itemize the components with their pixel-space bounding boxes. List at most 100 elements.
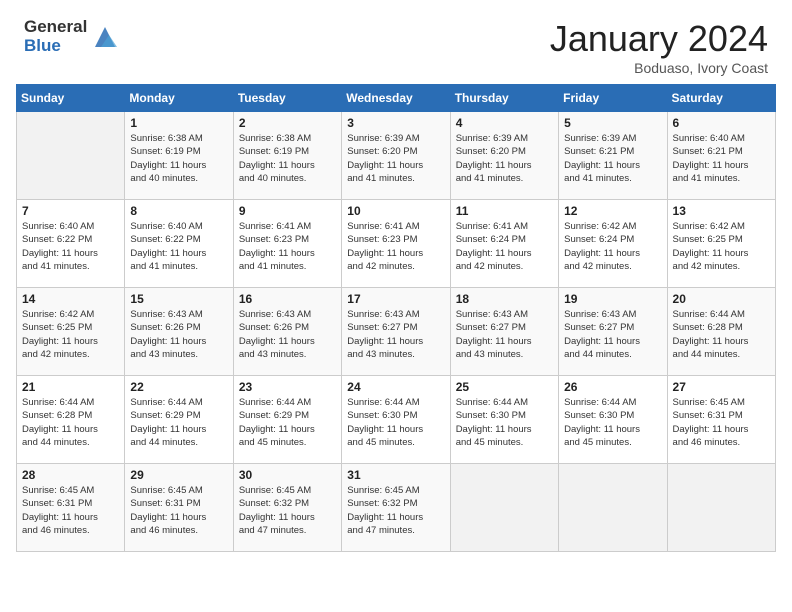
calendar-cell: 29 Sunrise: 6:45 AM Sunset: 6:31 PM Dayli…	[125, 464, 233, 552]
day-number: 25	[456, 380, 553, 394]
day-number: 5	[564, 116, 661, 130]
calendar-cell: 2 Sunrise: 6:38 AM Sunset: 6:19 PM Daylig…	[233, 112, 341, 200]
calendar-cell: 6Sunrise: 6:40 AM Sunset: 6:21 PM Daylig…	[667, 112, 775, 200]
calendar-week-1: 1 Sunrise: 6:38 AM Sunset: 6:19 PM Daylig…	[17, 112, 776, 200]
logo-general: General	[24, 18, 87, 37]
day-number: 17	[347, 292, 444, 306]
calendar-cell: 5 Sunrise: 6:39 AM Sunset: 6:21 PM Daylig…	[559, 112, 667, 200]
calendar-cell: 10 Sunrise: 6:41 AM Sunset: 6:23 PM Dayli…	[342, 200, 450, 288]
calendar-cell: 30Sunrise: 6:45 AM Sunset: 6:32 PM Dayli…	[233, 464, 341, 552]
day-info: Sunrise: 6:44 AM Sunset: 6:30 PM Dayligh…	[347, 396, 444, 449]
day-info: Sunrise: 6:45 AM Sunset: 6:32 PM Dayligh…	[347, 484, 444, 537]
day-number: 27	[673, 380, 770, 394]
calendar-week-3: 14Sunrise: 6:42 AM Sunset: 6:25 PM Dayli…	[17, 288, 776, 376]
day-info: Sunrise: 6:44 AM Sunset: 6:28 PM Dayligh…	[22, 396, 119, 449]
weekday-header-wednesday: Wednesday	[342, 85, 450, 112]
calendar-cell: 31Sunrise: 6:45 AM Sunset: 6:32 PM Dayli…	[342, 464, 450, 552]
day-info: Sunrise: 6:43 AM Sunset: 6:26 PM Dayligh…	[130, 308, 227, 361]
day-info: Sunrise: 6:39 AM Sunset: 6:20 PM Dayligh…	[456, 132, 553, 185]
calendar-cell: 21 Sunrise: 6:44 AM Sunset: 6:28 PM Dayli…	[17, 376, 125, 464]
day-number: 30	[239, 468, 336, 482]
day-info: Sunrise: 6:43 AM Sunset: 6:27 PM Dayligh…	[347, 308, 444, 361]
calendar-cell: 1Sunrise: 6:38 AM Sunset: 6:19 PM Daylig…	[125, 112, 233, 200]
day-number: 4	[456, 116, 553, 130]
weekday-header-thursday: Thursday	[450, 85, 558, 112]
calendar-cell: 24 Sunrise: 6:44 AM Sunset: 6:30 PM Dayli…	[342, 376, 450, 464]
calendar-header: SundayMondayTuesdayWednesdayThursdayFrid…	[17, 85, 776, 112]
day-info: Sunrise: 6:44 AM Sunset: 6:30 PM Dayligh…	[564, 396, 661, 449]
day-info: Sunrise: 6:43 AM Sunset: 6:26 PM Dayligh…	[239, 308, 336, 361]
day-number: 3	[347, 116, 444, 130]
day-number: 24	[347, 380, 444, 394]
calendar-cell: 14Sunrise: 6:42 AM Sunset: 6:25 PM Dayli…	[17, 288, 125, 376]
logo-icon	[91, 23, 119, 51]
day-number: 23	[239, 380, 336, 394]
title-block: January 2024 Boduaso, Ivory Coast	[550, 18, 768, 76]
day-number: 13	[673, 204, 770, 218]
day-number: 9	[239, 204, 336, 218]
logo: General Blue	[24, 18, 119, 55]
day-number: 15	[130, 292, 227, 306]
day-info: Sunrise: 6:44 AM Sunset: 6:28 PM Dayligh…	[673, 308, 770, 361]
calendar-week-2: 7Sunrise: 6:40 AM Sunset: 6:22 PM Daylig…	[17, 200, 776, 288]
calendar-cell: 13 Sunrise: 6:42 AM Sunset: 6:25 PM Dayli…	[667, 200, 775, 288]
day-info: Sunrise: 6:39 AM Sunset: 6:20 PM Dayligh…	[347, 132, 444, 185]
day-info: Sunrise: 6:45 AM Sunset: 6:31 PM Dayligh…	[22, 484, 119, 537]
calendar-cell: 22 Sunrise: 6:44 AM Sunset: 6:29 PM Dayli…	[125, 376, 233, 464]
day-number: 10	[347, 204, 444, 218]
calendar-cell: 20 Sunrise: 6:44 AM Sunset: 6:28 PM Dayli…	[667, 288, 775, 376]
weekday-header-saturday: Saturday	[667, 85, 775, 112]
calendar-cell: 19Sunrise: 6:43 AM Sunset: 6:27 PM Dayli…	[559, 288, 667, 376]
day-number: 14	[22, 292, 119, 306]
weekday-header-friday: Friday	[559, 85, 667, 112]
day-info: Sunrise: 6:41 AM Sunset: 6:23 PM Dayligh…	[239, 220, 336, 273]
day-info: Sunrise: 6:39 AM Sunset: 6:21 PM Dayligh…	[564, 132, 661, 185]
day-info: Sunrise: 6:41 AM Sunset: 6:24 PM Dayligh…	[456, 220, 553, 273]
calendar-cell: 28Sunrise: 6:45 AM Sunset: 6:31 PM Dayli…	[17, 464, 125, 552]
location: Boduaso, Ivory Coast	[550, 60, 768, 76]
calendar-cell	[17, 112, 125, 200]
calendar-cell	[450, 464, 558, 552]
day-info: Sunrise: 6:40 AM Sunset: 6:22 PM Dayligh…	[22, 220, 119, 273]
calendar-cell: 18 Sunrise: 6:43 AM Sunset: 6:27 PM Dayli…	[450, 288, 558, 376]
day-info: Sunrise: 6:44 AM Sunset: 6:29 PM Dayligh…	[239, 396, 336, 449]
calendar-cell: 12Sunrise: 6:42 AM Sunset: 6:24 PM Dayli…	[559, 200, 667, 288]
calendar-cell: 26 Sunrise: 6:44 AM Sunset: 6:30 PM Dayli…	[559, 376, 667, 464]
weekday-header-monday: Monday	[125, 85, 233, 112]
day-number: 2	[239, 116, 336, 130]
calendar-table: SundayMondayTuesdayWednesdayThursdayFrid…	[16, 84, 776, 552]
day-info: Sunrise: 6:45 AM Sunset: 6:31 PM Dayligh…	[130, 484, 227, 537]
day-info: Sunrise: 6:43 AM Sunset: 6:27 PM Dayligh…	[456, 308, 553, 361]
calendar-cell: 27 Sunrise: 6:45 AM Sunset: 6:31 PM Dayli…	[667, 376, 775, 464]
day-number: 16	[239, 292, 336, 306]
logo-blue: Blue	[24, 37, 87, 56]
day-number: 11	[456, 204, 553, 218]
day-number: 1	[130, 116, 227, 130]
day-number: 22	[130, 380, 227, 394]
day-info: Sunrise: 6:44 AM Sunset: 6:29 PM Dayligh…	[130, 396, 227, 449]
day-info: Sunrise: 6:41 AM Sunset: 6:23 PM Dayligh…	[347, 220, 444, 273]
calendar-cell: 25Sunrise: 6:44 AM Sunset: 6:30 PM Dayli…	[450, 376, 558, 464]
calendar-cell: 23 Sunrise: 6:44 AM Sunset: 6:29 PM Dayli…	[233, 376, 341, 464]
day-number: 21	[22, 380, 119, 394]
calendar-body: 1 Sunrise: 6:38 AM Sunset: 6:19 PM Daylig…	[17, 112, 776, 552]
day-info: Sunrise: 6:42 AM Sunset: 6:25 PM Dayligh…	[673, 220, 770, 273]
day-info: Sunrise: 6:40 AM Sunset: 6:21 PM Dayligh…	[673, 132, 770, 185]
calendar-cell: 11 Sunrise: 6:41 AM Sunset: 6:24 PM Dayli…	[450, 200, 558, 288]
calendar-week-4: 21 Sunrise: 6:44 AM Sunset: 6:28 PM Dayli…	[17, 376, 776, 464]
day-number: 18	[456, 292, 553, 306]
calendar-cell	[667, 464, 775, 552]
weekday-header-sunday: Sunday	[17, 85, 125, 112]
day-number: 29	[130, 468, 227, 482]
day-info: Sunrise: 6:45 AM Sunset: 6:31 PM Dayligh…	[673, 396, 770, 449]
day-number: 26	[564, 380, 661, 394]
calendar-wrapper: SundayMondayTuesdayWednesdayThursdayFrid…	[0, 84, 792, 568]
day-number: 8	[130, 204, 227, 218]
weekday-header-tuesday: Tuesday	[233, 85, 341, 112]
header: General Blue January 2024 Boduaso, Ivory…	[0, 0, 792, 84]
day-info: Sunrise: 6:40 AM Sunset: 6:22 PM Dayligh…	[130, 220, 227, 273]
calendar-cell: 7Sunrise: 6:40 AM Sunset: 6:22 PM Daylig…	[17, 200, 125, 288]
day-info: Sunrise: 6:38 AM Sunset: 6:19 PM Dayligh…	[239, 132, 336, 185]
day-number: 20	[673, 292, 770, 306]
calendar-cell: 15 Sunrise: 6:43 AM Sunset: 6:26 PM Dayli…	[125, 288, 233, 376]
